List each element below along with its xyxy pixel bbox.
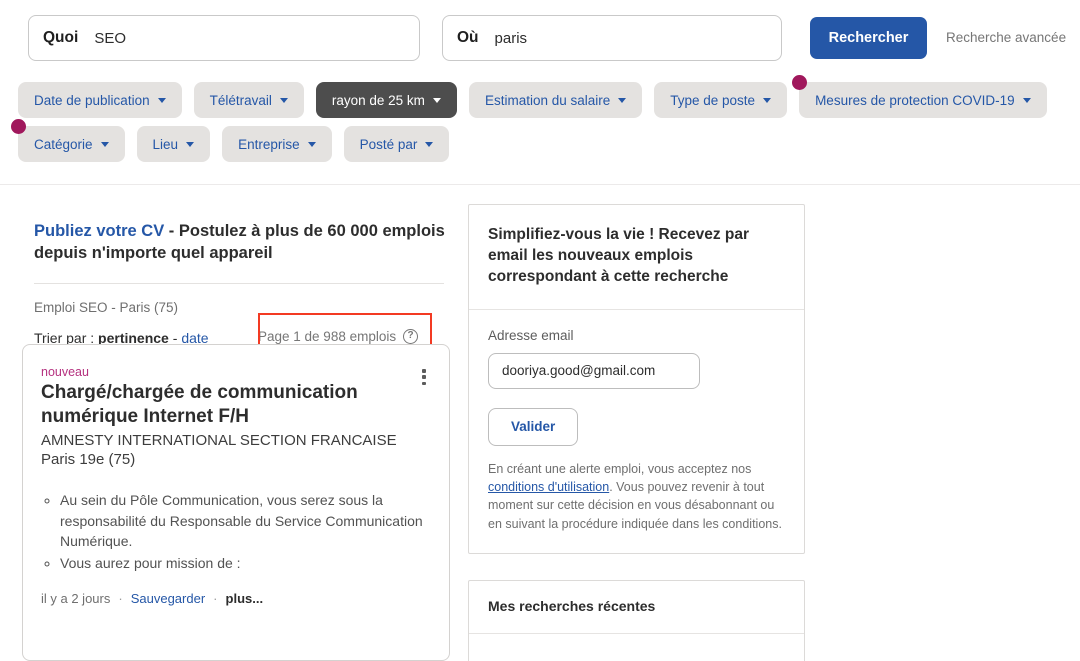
filter-chip-9[interactable]: Posté par — [343, 126, 450, 162]
job-snippet-item: Au sein du Pôle Communication, vous sere… — [60, 490, 431, 551]
job-card-footer: il y a 2 jours · Sauvegarder · plus... — [41, 591, 431, 606]
recent-searches-header: Mes recherches récentes — [469, 581, 804, 635]
promo-banner: Publiez votre CV - Postulez à plus de 60… — [34, 220, 454, 265]
recent-searches-panel: Mes recherches récentes — [468, 580, 805, 661]
filter-new-badge-dot — [792, 75, 808, 90]
job-posted-date: il y a 2 jours — [41, 591, 111, 607]
filter-chip-label: Entreprise — [238, 136, 300, 152]
email-alert-legal-text: En créant une alerte emploi, vous accept… — [488, 460, 785, 534]
filter-chip-label: Date de publication — [34, 92, 150, 108]
search-bar: Quoi Où Rechercher Recherche avancée — [0, 0, 1080, 78]
footer-separator: · — [213, 591, 218, 607]
what-field-label: Quoi — [43, 29, 79, 46]
page-info: Page 1 de 988 emplois ? — [258, 328, 419, 344]
filter-chip-3[interactable]: Estimation du salaire — [468, 82, 643, 118]
header-divider — [0, 184, 1080, 185]
job-new-badge: nouveau — [41, 365, 89, 379]
filter-chip-label: Posté par — [359, 136, 418, 152]
terms-of-use-link[interactable]: conditions d'utilisation — [488, 480, 609, 494]
chevron-down-icon — [279, 97, 288, 103]
chevron-down-icon — [186, 141, 195, 147]
recent-searches-heading: Mes recherches récentes — [488, 598, 656, 615]
filter-chip-4[interactable]: Type de poste — [654, 82, 788, 118]
filter-chip-8[interactable]: Entreprise — [222, 126, 332, 162]
filter-chip-7[interactable]: Lieu — [136, 126, 211, 162]
email-field-label: Adresse email — [488, 327, 574, 343]
kebab-dot — [422, 369, 426, 373]
kebab-dot — [422, 375, 426, 379]
job-search-page: Quoi Où Rechercher Recherche avancée Dat… — [0, 0, 1080, 661]
filter-chip-label: Estimation du salaire — [484, 92, 611, 108]
chevron-down-icon — [763, 97, 772, 103]
job-title-link[interactable]: Chargé/chargée de communication numériqu… — [41, 381, 431, 429]
validate-button[interactable]: Valider — [488, 407, 579, 446]
email-input[interactable] — [488, 352, 700, 389]
job-result-card[interactable]: nouveau Chargé/chargée de communication … — [22, 344, 450, 661]
email-alert-heading: Simplifiez-vous la vie ! Recevez par ema… — [488, 226, 750, 286]
filter-chip-label: Catégorie — [34, 136, 93, 152]
page-info-label: Page 1 de 988 emplois — [258, 328, 397, 344]
results-column: Publiez votre CV - Postulez à plus de 60… — [34, 203, 454, 352]
what-field[interactable]: Quoi — [28, 15, 420, 61]
filter-chip-2[interactable]: rayon de 25 km — [315, 82, 457, 118]
filter-chip-label: Télétravail — [209, 92, 272, 108]
help-icon[interactable]: ? — [403, 328, 419, 344]
legal-text-before: En créant une alerte emploi, vous accept… — [488, 461, 752, 476]
results-summary: Emploi SEO - Paris (75) — [34, 299, 179, 315]
filter-chip-1[interactable]: Télétravail — [193, 82, 304, 118]
advanced-search-link[interactable]: Recherche avancée — [946, 30, 1066, 45]
more-options-icon[interactable] — [415, 367, 433, 387]
promo-divider — [34, 282, 444, 284]
chevron-down-icon — [1022, 97, 1031, 103]
chevron-down-icon — [425, 141, 434, 147]
kebab-dot — [422, 381, 426, 385]
chevron-down-icon — [432, 97, 441, 103]
filter-chip-label: Type de poste — [670, 92, 756, 108]
chevron-down-icon — [618, 97, 627, 103]
sidebar-column: Simplifiez-vous la vie ! Recevez par ema… — [468, 204, 805, 661]
filter-chip-0[interactable]: Date de publication — [18, 82, 182, 118]
job-snippet-list: Au sein du Pôle Communication, vous sere… — [41, 490, 431, 573]
job-company-name[interactable]: AMNESTY INTERNATIONAL SECTION FRANCAISE — [41, 431, 431, 451]
email-alert-body: Adresse email Valider En créant une aler… — [469, 310, 804, 554]
where-field[interactable]: Où — [442, 15, 782, 61]
filter-chip-label: rayon de 25 km — [331, 92, 425, 108]
email-alert-header: Simplifiez-vous la vie ! Recevez par ema… — [469, 205, 804, 310]
promo-cv-link[interactable]: Publiez votre CV — [34, 222, 164, 240]
footer-separator: · — [118, 591, 123, 607]
filter-chip-label: Mesures de protection COVID-19 — [815, 92, 1015, 108]
job-snippet-item: Vous aurez pour mission de : — [60, 553, 431, 573]
where-field-label: Où — [457, 29, 479, 46]
filter-chip-row: Date de publication Télétravail rayon de 2… — [11, 75, 1070, 162]
filter-chip-5[interactable]: Mesures de protection COVID-19 — [792, 75, 1047, 118]
chevron-down-icon — [100, 141, 109, 147]
recent-searches-body — [469, 634, 804, 661]
search-input-what[interactable] — [94, 29, 405, 47]
search-submit-button[interactable]: Rechercher — [810, 17, 927, 59]
email-alert-panel: Simplifiez-vous la vie ! Recevez par ema… — [468, 204, 805, 555]
save-job-link[interactable]: Sauvegarder — [131, 591, 205, 606]
job-location: Paris 19e (75) — [41, 451, 136, 468]
filter-new-badge-dot — [11, 119, 26, 134]
search-input-where[interactable] — [494, 29, 767, 47]
filter-chip-label: Lieu — [152, 136, 179, 152]
show-more-link[interactable]: plus... — [226, 591, 264, 606]
chevron-down-icon — [307, 141, 316, 147]
filter-chip-6[interactable]: Catégorie — [11, 119, 125, 162]
chevron-down-icon — [157, 97, 166, 103]
